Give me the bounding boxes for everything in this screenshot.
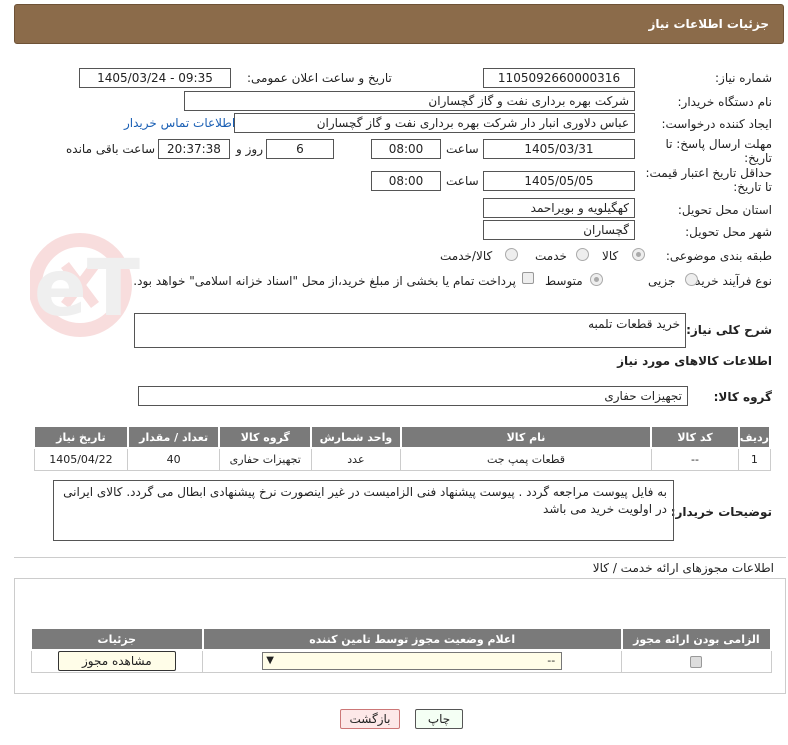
reply-time-field: 08:00 [371, 139, 441, 159]
need-number-field: 1105092660000316 [483, 68, 635, 88]
category-service-radio[interactable] [576, 248, 589, 261]
permit-status-value: -- [547, 654, 556, 668]
process-label: نوع فرآیند خرید : [687, 274, 772, 288]
col-required: الزامی بودن ارائه مجوز [620, 627, 773, 651]
contact-buyer-link[interactable]: اطلاعات تماس خریدار [124, 116, 235, 130]
process-medium-label: متوسط [545, 274, 583, 288]
permits-section-title: اطلاعات مجوزهای ارائه خدمت / کالا [592, 561, 774, 575]
description-text: خرید قطعات تلمبه [588, 317, 680, 331]
province-field: کهگیلویه و بویراحمد [483, 198, 635, 218]
goods-group-field: تجهیزات حفاری [138, 386, 688, 406]
buyer-org-label: نام دستگاه خریدار: [677, 95, 773, 109]
price-time-label: ساعت [446, 174, 479, 188]
cell-qty: 40 [127, 447, 220, 471]
col-group: گروه کالا [218, 425, 313, 449]
creator-field: عباس دلاوری انبار دار شرکت بهره برداری ن… [234, 113, 635, 133]
process-minor-radio[interactable] [685, 273, 698, 286]
permits-table-header: الزامی بودن ارائه مجوز اعلام وضعیت مجوز … [30, 627, 773, 651]
price-time-field: 08:00 [371, 171, 441, 191]
goods-group-label: گروه کالا: [713, 390, 772, 404]
col-date: تاریخ نیاز [33, 425, 129, 449]
announce-field: 1405/03/24 - 09:35 [79, 68, 231, 88]
cell-date: 1405/04/22 [33, 447, 129, 471]
category-goods-service-label: کالا/خدمت [440, 249, 493, 263]
cell-row: 1 [738, 447, 771, 471]
category-service-label: خدمت [535, 249, 567, 263]
cell-name: قطعات پمپ جت [400, 447, 652, 471]
table-row: 1 -- قطعات پمپ جت عدد تجهیزات حفاری 40 1… [33, 447, 771, 471]
buyer-notes-textarea[interactable]: به فایل پیوست مراجعه گردد . پیوست پیشنها… [53, 480, 674, 541]
cell-required [621, 649, 772, 673]
required-checkbox [690, 655, 703, 668]
section-divider [14, 557, 786, 558]
buyer-org-field: شرکت بهره برداری نفت و گاز گچساران [184, 91, 635, 111]
col-details: جزئیات [30, 627, 204, 651]
cell-code: -- [650, 447, 740, 471]
goods-table: ردیف کد کالا نام کالا واحد شمارش گروه کا… [33, 425, 772, 471]
goods-table-header: ردیف کد کالا نام کالا واحد شمارش گروه کا… [33, 425, 772, 449]
category-goods-radio[interactable] [632, 248, 645, 261]
reply-date-field: 1405/03/31 [483, 139, 635, 159]
process-minor-label: جزیی [648, 274, 676, 288]
back-button[interactable]: بازگشت [340, 709, 400, 729]
col-name: نام کالا [399, 425, 653, 449]
page-title: جزئیات اطلاعات نیاز [648, 17, 769, 31]
page-header: جزئیات اطلاعات نیاز [14, 4, 784, 44]
goods-section-title: اطلاعات کالاهای مورد نیاز [617, 354, 772, 368]
cell-status: -- ▼ [202, 649, 623, 673]
city-label: شهر محل تحویل: [685, 225, 772, 239]
reply-deadline-label: مهلت ارسال پاسخ: تا تاریخ: [665, 137, 772, 165]
buyer-notes-text: به فایل پیوست مراجعه گردد . پیوست پیشنها… [63, 485, 667, 516]
city-field: گچساران [483, 220, 635, 240]
need-number-label: شماره نیاز: [715, 71, 772, 85]
permit-status-select[interactable]: -- ▼ [262, 652, 563, 671]
cell-group: تجهیزات حفاری [218, 447, 312, 471]
col-status: اعلام وضعیت مجوز توسط تامین کننده [201, 627, 623, 651]
price-deadline-label: حداقل تاریخ اعتبار قیمت: تا تاریخ: [645, 166, 772, 194]
col-unit: واحد شمارش [310, 425, 402, 449]
table-row: -- ▼ مشاهده مجوز [30, 649, 772, 673]
cell-unit: عدد [310, 447, 402, 471]
chevron-down-icon: ▼ [266, 655, 274, 667]
category-goods-service-radio[interactable] [505, 248, 518, 261]
watermark-text: AriaTender.neT [30, 244, 140, 334]
description-label: شرح کلی نیاز: [686, 323, 772, 337]
category-goods-label: کالا [602, 249, 619, 263]
permits-table: الزامی بودن ارائه مجوز اعلام وضعیت مجوز … [30, 627, 773, 673]
view-permit-button[interactable]: مشاهده مجوز [57, 651, 176, 672]
process-medium-radio[interactable] [590, 273, 603, 286]
treasury-payment-text: پرداخت تمام یا بخشی از مبلغ خرید،از محل … [133, 274, 516, 288]
treasury-payment-checkbox[interactable] [522, 272, 534, 284]
remaining-time-label: ساعت باقی مانده [66, 142, 156, 156]
province-label: استان محل تحویل: [677, 203, 772, 217]
print-button[interactable]: چاپ [415, 709, 463, 729]
reply-time-label: ساعت [446, 142, 479, 156]
creator-label: ایجاد کننده درخواست: [661, 117, 772, 131]
cell-details: مشاهده مجوز [30, 649, 204, 673]
category-label: طبقه بندی موضوعی: [665, 249, 772, 263]
description-textarea[interactable]: خرید قطعات تلمبه [134, 313, 686, 348]
days-field: 6 [266, 139, 334, 159]
days-label: روز و [236, 142, 263, 156]
announce-label: تاریخ و ساعت اعلان عمومی: [247, 71, 392, 85]
price-date-field: 1405/05/05 [483, 171, 635, 191]
col-code: کد کالا [650, 425, 740, 449]
col-row: ردیف [737, 425, 772, 449]
remaining-time-field: 20:37:38 [158, 139, 230, 159]
col-qty: تعداد / مقدار [126, 425, 221, 449]
buyer-notes-label: توضیحات خریدار: [670, 505, 772, 519]
